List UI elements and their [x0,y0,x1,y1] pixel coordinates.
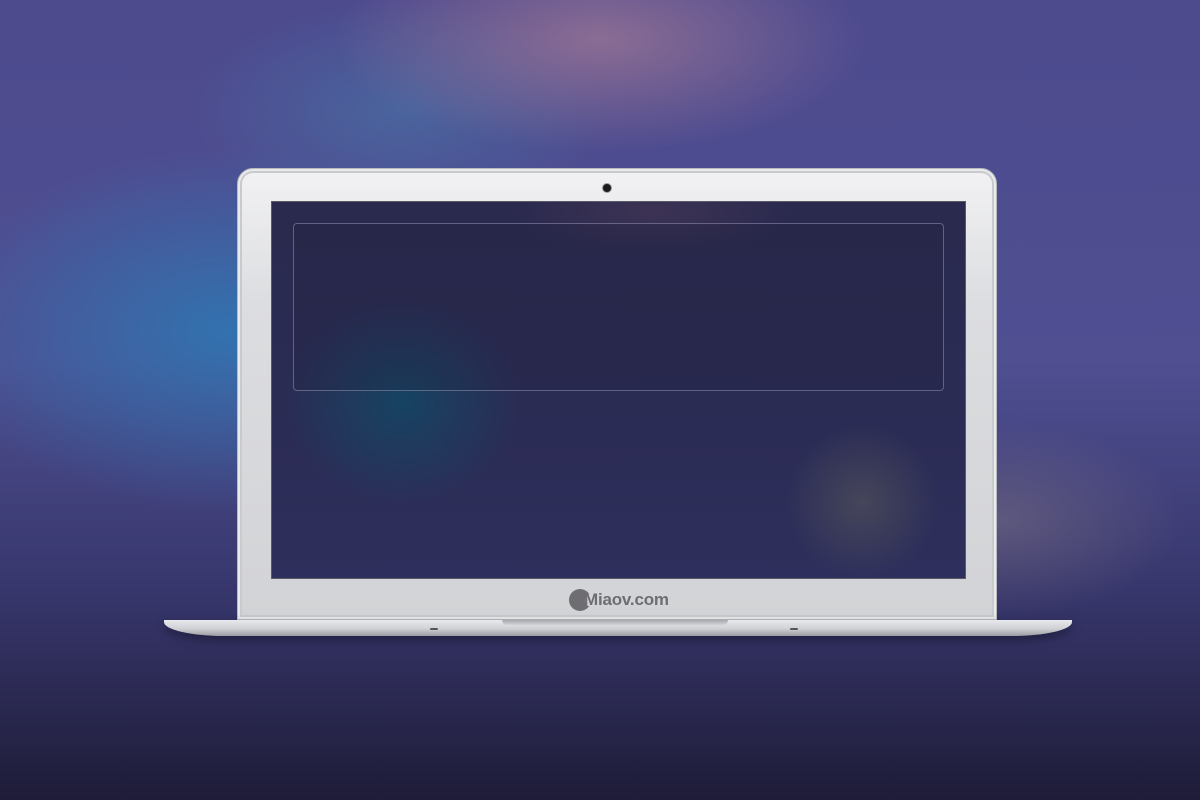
webcam-icon [603,184,611,192]
brand-text: Miaov.com [584,590,669,609]
base-foot-right [790,628,798,630]
laptop-lid: Miaov.com [237,168,997,620]
base-foot-left [430,628,438,630]
lid-opening-notch [502,620,728,625]
glass-panel [293,223,944,391]
laptop-base [164,620,1072,636]
laptop-screen [271,201,966,579]
brand-logo: Miaov.com [569,587,669,613]
